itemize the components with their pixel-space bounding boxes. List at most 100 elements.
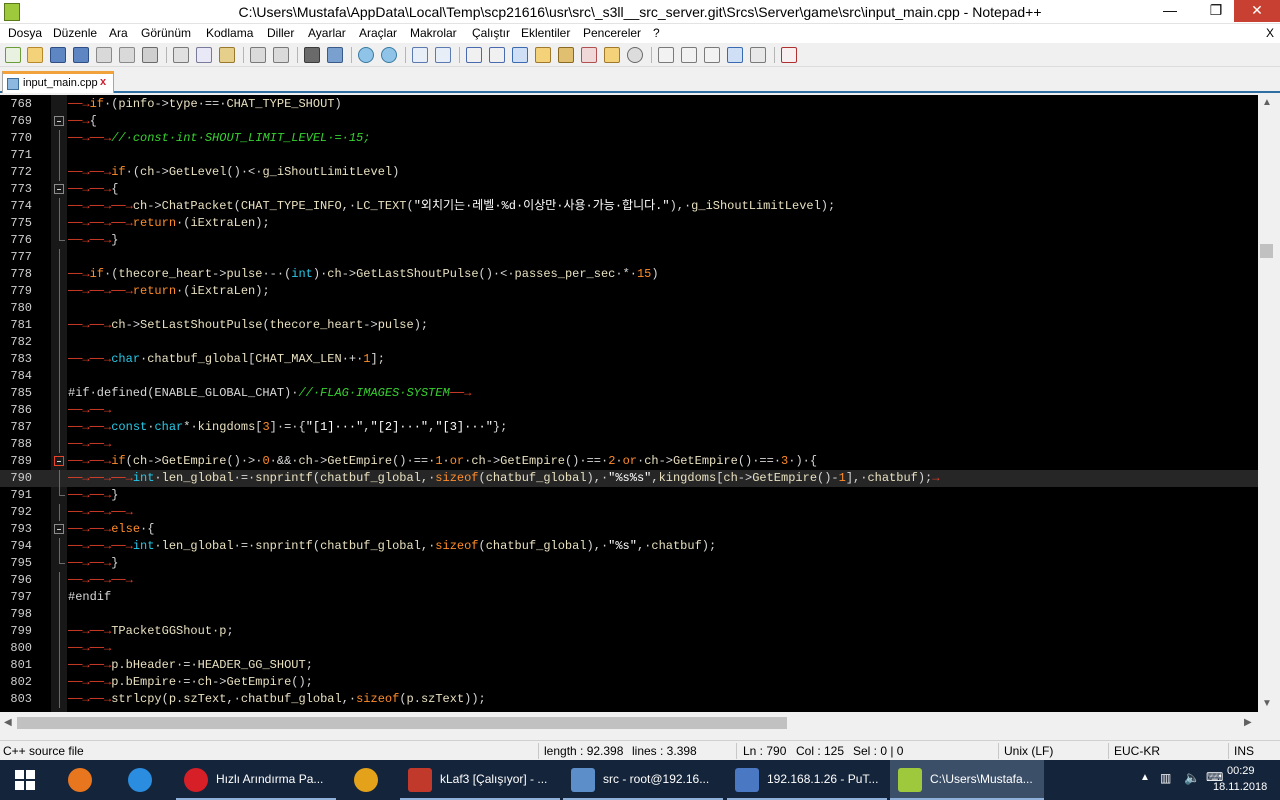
play-macro-icon[interactable] <box>704 47 720 63</box>
code-line[interactable]: 776 ──→──→} <box>0 232 1258 249</box>
code-line[interactable]: 803 ──→──→strlcpy(p.szText,·chatbuf_globa… <box>0 691 1258 708</box>
copy-icon[interactable] <box>196 47 212 63</box>
close-all-icon[interactable] <box>119 47 135 63</box>
code-line[interactable]: 788 ──→──→ <box>0 436 1258 453</box>
scroll-right-icon[interactable]: ▶ <box>1244 717 1252 728</box>
spell-check-icon[interactable] <box>781 47 797 63</box>
code-line[interactable]: 789 ──→──→if(ch->GetEmpire()·>·0·&&·ch->G… <box>0 453 1258 470</box>
fold-toggle-icon[interactable] <box>54 456 64 466</box>
taskbar-winscp[interactable]: src - root@192.16... <box>563 760 723 800</box>
taskbar-notepadpp[interactable]: C:\Users\Mustafa... <box>890 760 1044 800</box>
fold-toggle-icon[interactable] <box>54 524 64 534</box>
sync-horizontal-icon[interactable] <box>435 47 451 63</box>
word-wrap-icon[interactable] <box>466 47 482 63</box>
taskbar-internet-explorer[interactable] <box>116 760 166 800</box>
code-line[interactable]: 797 #endif <box>0 589 1258 606</box>
code-line[interactable]: 785 #if·defined(ENABLE_GLOBAL_CHAT)·//·FL… <box>0 385 1258 402</box>
code-line[interactable]: 770 ──→──→//·const·int·SHOUT_LIMIT_LEVEL·… <box>0 130 1258 147</box>
menu-gorunum[interactable]: Görünüm <box>141 26 191 40</box>
start-button[interactable] <box>0 760 50 800</box>
menu-eklentiler[interactable]: Eklentiler <box>521 26 570 40</box>
horizontal-scroll-thumb[interactable] <box>17 717 787 729</box>
scroll-down-icon[interactable]: ▼ <box>1262 698 1272 709</box>
close-window-button[interactable]: ✕ <box>1234 0 1280 22</box>
code-line[interactable]: 782 <box>0 334 1258 351</box>
vertical-scroll-thumb[interactable] <box>1260 244 1273 258</box>
find-icon[interactable] <box>304 47 320 63</box>
taskbar-chrome[interactable] <box>340 760 390 800</box>
menu-help[interactable]: ? <box>653 26 660 40</box>
undo-icon[interactable] <box>250 47 266 63</box>
fold-toggle-icon[interactable] <box>54 116 64 126</box>
taskbar-klaf3[interactable]: kLaf3 [Çalışıyor] - ... <box>400 760 560 800</box>
code-line[interactable]: 802 ──→──→p.bEmpire·=·ch->GetEmpire(); <box>0 674 1258 691</box>
status-insert-mode[interactable]: INS <box>1234 744 1254 758</box>
paste-icon[interactable] <box>219 47 235 63</box>
new-file-icon[interactable] <box>5 47 21 63</box>
menu-duzenle[interactable]: Düzenle <box>53 26 97 40</box>
save-icon[interactable] <box>50 47 66 63</box>
code-line[interactable]: 790 ──→──→──→int·len_global·=·snprintf(ch… <box>0 470 1258 487</box>
sync-vertical-icon[interactable] <box>412 47 428 63</box>
code-line[interactable]: 793 ──→──→else·{ <box>0 521 1258 538</box>
cut-icon[interactable] <box>173 47 189 63</box>
menu-makrolar[interactable]: Makrolar <box>410 26 457 40</box>
network-icon[interactable]: ▥ <box>1160 771 1171 785</box>
code-line[interactable]: 784 <box>0 368 1258 385</box>
replace-icon[interactable] <box>327 47 343 63</box>
code-editor[interactable]: 768 ──→if·(pinfo->type·==·CHAT_TYPE_SHOUT… <box>0 95 1258 712</box>
code-line[interactable]: 787 ──→──→const·char*·kingdoms[3]·=·{"[1]… <box>0 419 1258 436</box>
menu-ara[interactable]: Ara <box>109 26 128 40</box>
code-line[interactable]: 783 ──→──→char·chatbuf_global[CHAT_MAX_LE… <box>0 351 1258 368</box>
code-line[interactable]: 781 ──→──→ch->SetLastShoutPulse(thecore_h… <box>0 317 1258 334</box>
print-icon[interactable] <box>142 47 158 63</box>
code-line[interactable]: 795 ──→──→} <box>0 555 1258 572</box>
code-line[interactable]: 786 ──→──→ <box>0 402 1258 419</box>
code-line[interactable]: 791 ──→──→} <box>0 487 1258 504</box>
code-line[interactable]: 801 ──→──→p.bHeader·=·HEADER_GG_SHOUT; <box>0 657 1258 674</box>
save-all-icon[interactable] <box>73 47 89 63</box>
restore-button[interactable]: ❐ <box>1196 0 1236 22</box>
menu-pencereler[interactable]: Pencereler <box>583 26 641 40</box>
menu-dosya[interactable]: Dosya <box>8 26 42 40</box>
code-line[interactable]: 777 <box>0 249 1258 266</box>
menu-araclar[interactable]: Araçlar <box>359 26 397 40</box>
code-line[interactable]: 778 ──→if·(thecore_heart->pulse·-·(int)·c… <box>0 266 1258 283</box>
menu-diller[interactable]: Diller <box>267 26 294 40</box>
code-line[interactable]: 769 ──→{ <box>0 113 1258 130</box>
scroll-left-icon[interactable]: ◀ <box>4 717 12 728</box>
code-line[interactable]: 775 ──→──→──→return·(iExtraLen); <box>0 215 1258 232</box>
record-macro-icon[interactable] <box>658 47 674 63</box>
folder-workspace-icon[interactable] <box>604 47 620 63</box>
code-line[interactable]: 794 ──→──→──→int·len_global·=·snprintf(ch… <box>0 538 1258 555</box>
clock-time[interactable]: 00:29 <box>1227 765 1255 777</box>
status-encoding[interactable]: EUC-KR <box>1114 744 1160 758</box>
redo-icon[interactable] <box>273 47 289 63</box>
code-line[interactable]: 800 ──→──→ <box>0 640 1258 657</box>
taskbar-putty[interactable]: 192.168.1.26 - PuT... <box>727 760 887 800</box>
taskbar-firefox[interactable] <box>56 760 106 800</box>
code-line[interactable]: 779 ──→──→──→return·(iExtraLen); <box>0 283 1258 300</box>
scroll-up-icon[interactable]: ▲ <box>1262 97 1272 108</box>
doc-map-icon[interactable] <box>558 47 574 63</box>
taskbar-opera[interactable]: Hızlı Arındırma Pa... <box>176 760 336 800</box>
menu-ayarlar[interactable]: Ayarlar <box>308 26 346 40</box>
menu-calistir[interactable]: Çalıştır <box>472 26 510 40</box>
code-line[interactable]: 772 ──→──→if·(ch->GetLevel()·<·g_iShoutLi… <box>0 164 1258 181</box>
monitoring-icon[interactable] <box>627 47 643 63</box>
code-line[interactable]: 771 <box>0 147 1258 164</box>
zoom-out-icon[interactable] <box>381 47 397 63</box>
stop-macro-icon[interactable] <box>681 47 697 63</box>
code-line[interactable]: 774 ──→──→──→ch->ChatPacket(CHAT_TYPE_INF… <box>0 198 1258 215</box>
indent-guide-icon[interactable] <box>512 47 528 63</box>
code-line[interactable]: 780 <box>0 300 1258 317</box>
tray-expand-icon[interactable]: ▲ <box>1140 772 1150 783</box>
code-line[interactable]: 773 ──→──→{ <box>0 181 1258 198</box>
tab-input-main[interactable]: input_main.cpp x <box>2 71 114 93</box>
fold-toggle-icon[interactable] <box>54 184 64 194</box>
show-all-chars-icon[interactable] <box>489 47 505 63</box>
save-macro-icon[interactable] <box>750 47 766 63</box>
zoom-in-icon[interactable] <box>358 47 374 63</box>
minimize-button[interactable]: — <box>1150 0 1190 22</box>
clock-date[interactable]: 18.11.2018 <box>1213 781 1267 793</box>
